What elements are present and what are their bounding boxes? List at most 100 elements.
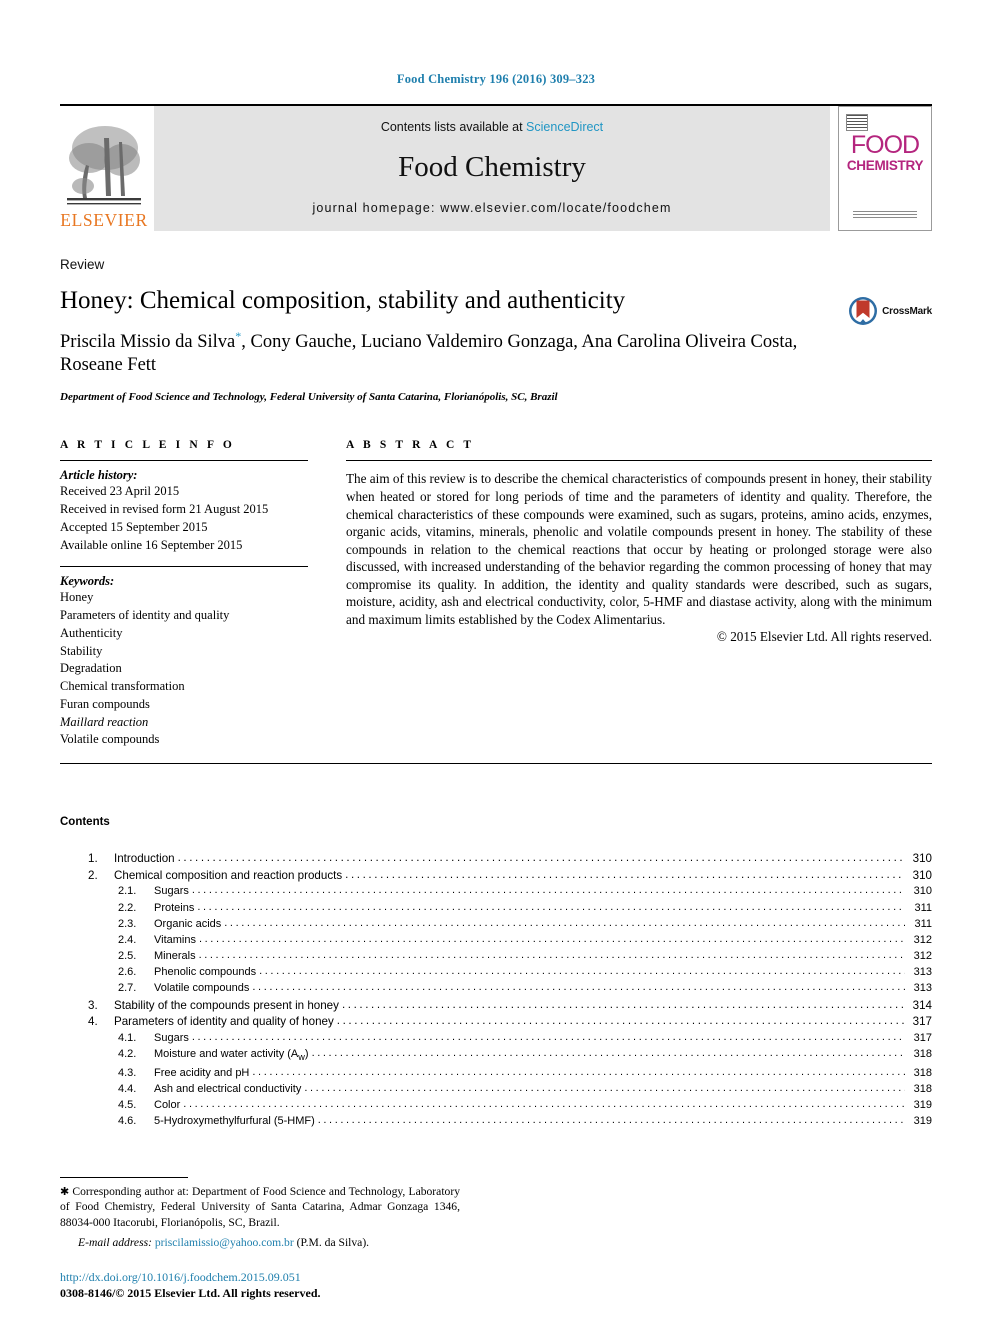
toc-label[interactable]: Proteins bbox=[154, 902, 194, 914]
toc-row[interactable]: 4. Parameters of identity and quality of … bbox=[60, 1014, 932, 1031]
abstract-rule bbox=[346, 460, 932, 462]
toc-row[interactable]: 4.3. Free acidity and pH.................… bbox=[60, 1065, 932, 1081]
footnote-block: ✱ Corresponding author at: Department of… bbox=[60, 1176, 460, 1249]
keyword-item: Authenticity bbox=[60, 625, 123, 640]
toc-row[interactable]: 2.5. Minerals............................… bbox=[60, 948, 932, 964]
crossmark-badge-group[interactable]: CrossMark bbox=[848, 296, 932, 326]
toc-page-number: 317 bbox=[913, 1032, 932, 1045]
toc-label[interactable]: Introduction bbox=[114, 853, 175, 865]
article-info-heading: A R T I C L E I N F O bbox=[60, 439, 235, 452]
toc-leader-dots: ........................................… bbox=[317, 1115, 905, 1127]
journal-homepage-link[interactable]: journal homepage: www.elsevier.com/locat… bbox=[312, 201, 671, 215]
cover-mini-logo-icon bbox=[846, 114, 868, 131]
toc-row[interactable]: 2.2. Proteins............................… bbox=[60, 900, 932, 916]
history-item: Received in revised form 21 August 2015 bbox=[60, 502, 269, 517]
history-item: Accepted 15 September 2015 bbox=[60, 519, 208, 534]
toc-row[interactable]: 4.4. Ash and electrical conductivity.....… bbox=[60, 1082, 932, 1098]
journal-cover-thumbnail: FOOD CHEMISTRY bbox=[838, 106, 932, 231]
article-history-list: Received 23 April 2015 Received in revis… bbox=[60, 483, 308, 554]
doi-link[interactable]: http://dx.doi.org/10.1016/j.foodchem.201… bbox=[60, 1269, 321, 1285]
crossmark-icon bbox=[849, 297, 878, 325]
toc-label[interactable]: Stability of the compounds present in ho… bbox=[114, 1000, 339, 1012]
title-row: Honey: Chemical composition, stability a… bbox=[60, 272, 932, 403]
toc-label[interactable]: Parameters of identity and quality of ho… bbox=[114, 1016, 334, 1028]
article-type: Review bbox=[60, 257, 105, 272]
keywords-rule bbox=[60, 566, 308, 568]
toc-label[interactable]: Color bbox=[154, 1100, 180, 1111]
toc-label[interactable]: Chemical composition and reaction produc… bbox=[114, 869, 342, 882]
section-divider-rule bbox=[60, 763, 932, 765]
article-info-rule bbox=[60, 460, 308, 462]
sciencedirect-link[interactable]: ScienceDirect bbox=[526, 120, 603, 134]
toc-row[interactable]: 4.2. Moisture and water activity (Aw)....… bbox=[60, 1047, 932, 1066]
abstract-copyright: © 2015 Elsevier Ltd. All rights reserved… bbox=[716, 629, 932, 645]
issn-copyright-line: 0308-8146/© 2015 Elsevier Ltd. All right… bbox=[60, 1285, 321, 1300]
toc-leader-dots: ........................................… bbox=[224, 917, 905, 929]
toc-label[interactable]: Free acidity and pH bbox=[154, 1067, 249, 1079]
toc-number: 1. bbox=[88, 851, 98, 865]
keyword-item: Degradation bbox=[60, 661, 122, 676]
toc-label[interactable]: Organic acids bbox=[154, 918, 221, 930]
info-abstract-section: A R T I C L E I N F O Article history: R… bbox=[60, 439, 932, 749]
cover-title-food: FOOD bbox=[850, 131, 920, 159]
toc-row[interactable]: 3. Stability of the compounds present in … bbox=[60, 997, 932, 1014]
toc-row[interactable]: 2.4. Vitamins............................… bbox=[60, 932, 932, 948]
page-title: Honey: Chemical composition, stability a… bbox=[60, 287, 626, 314]
toc-label[interactable]: Vitamins bbox=[154, 934, 196, 946]
toc-leader-dots: ........................................… bbox=[183, 1099, 905, 1111]
toc-page-number: 318 bbox=[913, 1048, 932, 1061]
doi-block: http://dx.doi.org/10.1016/j.foodchem.201… bbox=[60, 1269, 321, 1301]
toc-number: 2.5. bbox=[118, 950, 137, 963]
toc-label[interactable]: Sugars bbox=[154, 1033, 189, 1044]
toc-row[interactable]: 2.7. Volatile compounds..................… bbox=[60, 981, 932, 997]
elsevier-wordmark: ELSEVIER bbox=[60, 209, 148, 230]
email-label: E-mail address: bbox=[78, 1236, 152, 1249]
toc-row[interactable]: 4.1. Sugars..............................… bbox=[60, 1031, 932, 1047]
keyword-item: Maillard reaction bbox=[60, 714, 149, 729]
history-item: Received 23 April 2015 bbox=[60, 484, 180, 499]
abstract-heading: A B S T R A C T bbox=[346, 439, 475, 452]
toc-label[interactable]: 5-Hydroxymethylfurfural (5-HMF) bbox=[154, 1116, 315, 1127]
toc-leader-dots: ........................................… bbox=[345, 868, 905, 881]
toc-leader-dots: ........................................… bbox=[304, 1083, 905, 1095]
journal-masthead: ELSEVIER Contents lists available at Sci… bbox=[60, 104, 932, 231]
toc-number: 2. bbox=[88, 868, 98, 882]
affiliation: Department of Food Science and Technolog… bbox=[60, 391, 558, 404]
toc-row[interactable]: 2.1. Sugars..............................… bbox=[60, 884, 932, 900]
toc-number: 2.1. bbox=[118, 885, 137, 898]
toc-page-number: 310 bbox=[912, 868, 932, 882]
toc-row[interactable]: 2.3. Organic acids.......................… bbox=[60, 916, 932, 932]
toc-page-number: 314 bbox=[912, 998, 932, 1012]
contents-heading: Contents bbox=[60, 816, 110, 829]
toc-number: 2.6. bbox=[118, 966, 137, 979]
toc-page-number: 312 bbox=[913, 950, 932, 963]
cover-footer-rule bbox=[853, 211, 917, 218]
toc-row[interactable]: 2.6. Phenolic compounds..................… bbox=[60, 965, 932, 981]
toc-row[interactable]: 4.6. 5-Hydroxymethylfurfural (5-HMF).....… bbox=[60, 1114, 932, 1130]
toc-label[interactable]: Sugars bbox=[154, 886, 189, 897]
toc-label[interactable]: Phenolic compounds bbox=[154, 967, 256, 978]
keyword-item: Furan compounds bbox=[60, 696, 150, 711]
toc-number: 4.6. bbox=[118, 1115, 137, 1128]
toc-label[interactable]: Volatile compounds bbox=[154, 983, 249, 994]
toc-row[interactable]: 2. Chemical composition and reaction prod… bbox=[60, 867, 932, 884]
toc-leader-dots: ........................................… bbox=[341, 998, 905, 1011]
keywords-list: Honey Parameters of identity and quality… bbox=[60, 589, 308, 749]
toc-page-number: 311 bbox=[914, 917, 932, 930]
elsevier-tree-icon bbox=[67, 125, 141, 204]
article-first-page: Food Chemistry 196 (2016) 309–323 ELSEVI… bbox=[0, 0, 992, 1323]
toc-label[interactable]: Minerals bbox=[154, 951, 196, 962]
toc-page-number: 319 bbox=[913, 1115, 932, 1128]
email-suffix: (P.M. da Silva). bbox=[296, 1236, 370, 1249]
toc-label[interactable]: Moisture and water activity (Aw) bbox=[154, 1049, 309, 1062]
toc-number: 3. bbox=[88, 998, 98, 1012]
toc-row[interactable]: 1. Introduction..........................… bbox=[60, 850, 932, 867]
toc-page-number: 310 bbox=[912, 851, 932, 865]
toc-row[interactable]: 4.5. Color...............................… bbox=[60, 1098, 932, 1114]
email-link[interactable]: priscilamissio@yahoo.com.br bbox=[155, 1236, 294, 1249]
toc-label[interactable]: Ash and electrical conductivity bbox=[154, 1084, 301, 1095]
toc-page-number: 312 bbox=[913, 933, 932, 946]
keyword-item: Parameters of identity and quality bbox=[60, 608, 230, 623]
toc-leader-dots: ........................................… bbox=[259, 966, 905, 978]
article-history-label: Article history: bbox=[60, 468, 138, 483]
